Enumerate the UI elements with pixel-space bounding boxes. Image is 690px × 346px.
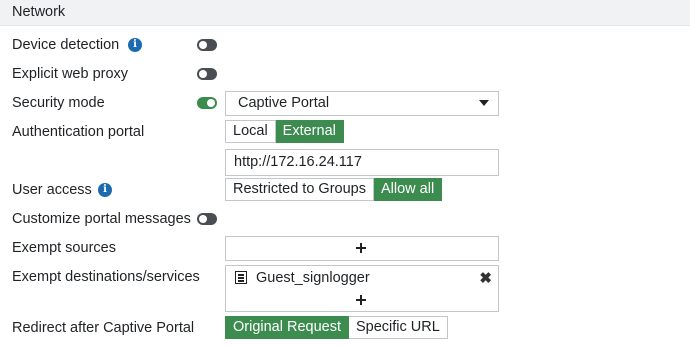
caret-down-icon xyxy=(479,100,489,106)
customize-portal-messages-toggle[interactable] xyxy=(197,213,217,225)
user-access-label: User access xyxy=(12,182,92,198)
auth-portal-external-option[interactable]: External xyxy=(275,120,344,143)
add-icon[interactable] xyxy=(356,295,366,305)
remove-icon[interactable]: ✖ xyxy=(479,269,492,287)
section-header: Network xyxy=(0,0,690,26)
add-icon[interactable] xyxy=(356,243,366,253)
redirect-toggle-group: Original Request Specific URL xyxy=(225,316,448,339)
explicit-web-proxy-label: Explicit web proxy xyxy=(12,66,129,82)
section-title: Network xyxy=(12,4,66,20)
toggle-knob xyxy=(199,41,207,49)
auth-portal-local-option[interactable]: Local xyxy=(225,120,276,143)
device-detection-label: Device detection xyxy=(12,37,120,53)
info-icon[interactable]: i xyxy=(128,38,142,52)
original-request-option[interactable]: Original Request xyxy=(225,316,349,339)
user-access-toggle-group: Restricted to Groups Allow all xyxy=(225,178,443,201)
security-mode-value: Captive Portal xyxy=(238,95,330,111)
customize-portal-messages-label: Customize portal messages xyxy=(12,211,191,227)
toggle-knob xyxy=(199,70,207,78)
exempt-sources-label: Exempt sources xyxy=(12,240,116,256)
authentication-portal-toggle-group: Local External xyxy=(225,120,344,143)
allow-all-option[interactable]: Allow all xyxy=(373,178,443,201)
redirect-label: Redirect after Captive Portal xyxy=(12,320,195,336)
external-portal-url-input[interactable]: http://172.16.24.117 xyxy=(225,149,499,176)
exempt-destination-entry: Guest_signlogger xyxy=(256,270,370,286)
specific-url-option[interactable]: Specific URL xyxy=(349,316,448,339)
toggle-knob xyxy=(207,99,215,107)
authentication-portal-label: Authentication portal xyxy=(12,124,145,140)
explicit-web-proxy-toggle[interactable] xyxy=(197,68,217,80)
external-portal-url-value: http://172.16.24.117 xyxy=(234,154,362,170)
address-group-icon xyxy=(235,271,247,284)
exempt-destinations-field: Guest_signlogger ✖ xyxy=(225,265,499,312)
info-icon[interactable]: i xyxy=(98,183,112,197)
exempt-destinations-label: Exempt destinations/services xyxy=(12,269,200,285)
security-mode-select[interactable]: Captive Portal xyxy=(225,91,499,116)
exempt-sources-field xyxy=(225,236,499,261)
security-mode-label: Security mode xyxy=(12,95,105,111)
toggle-knob xyxy=(199,215,207,223)
device-detection-toggle[interactable] xyxy=(197,39,217,51)
security-mode-toggle[interactable] xyxy=(197,97,217,109)
restricted-to-groups-option[interactable]: Restricted to Groups xyxy=(225,178,374,201)
